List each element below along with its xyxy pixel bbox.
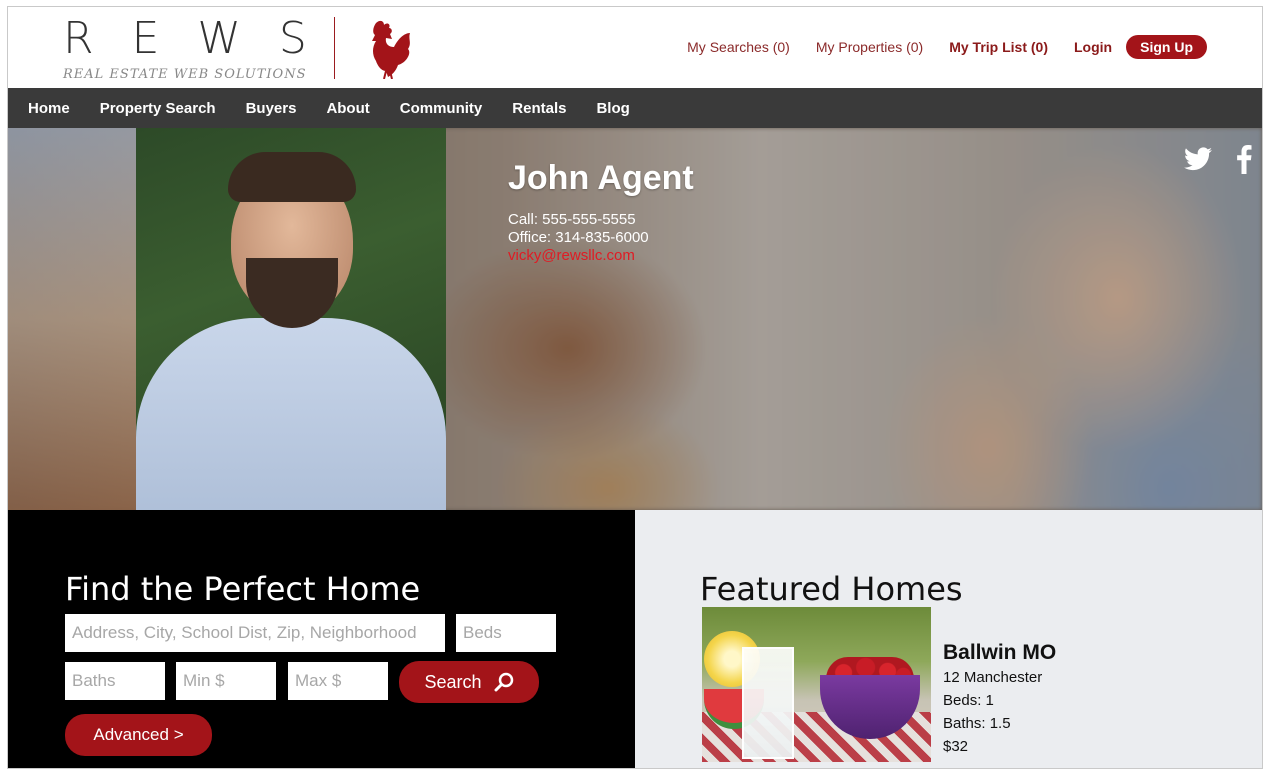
main-nav: Home Property Search Buyers About Commun…: [8, 88, 1262, 128]
advanced-search-button[interactable]: Advanced >: [65, 714, 212, 756]
location-search-input[interactable]: [65, 614, 445, 652]
baths-input[interactable]: [65, 662, 165, 700]
search-panel: Find the Perfect Home Search Advanced >: [8, 510, 635, 768]
page-frame: REWS REAL ESTATE WEB SOLUTIONS My Search…: [7, 6, 1263, 769]
featured-home-photo[interactable]: [702, 607, 931, 762]
my-trip-list-link[interactable]: My Trip List (0): [949, 39, 1048, 55]
search-icon: [494, 672, 513, 692]
sign-up-button[interactable]: Sign Up: [1126, 35, 1207, 59]
agent-photo: [136, 128, 446, 510]
logo-letters: REWS: [63, 13, 345, 64]
agent-shirt: [136, 318, 446, 510]
my-properties-link[interactable]: My Properties (0): [816, 39, 923, 55]
social-links: [1184, 144, 1252, 174]
account-links: My Searches (0) My Properties (0) My Tri…: [661, 34, 1207, 60]
agent-name: John Agent: [508, 159, 694, 197]
hero-banner: John Agent Call: 555-555-5555 Office: 31…: [8, 128, 1262, 510]
nav-item-blog[interactable]: Blog: [596, 100, 629, 117]
featured-home-city[interactable]: Ballwin MO: [943, 640, 1056, 666]
search-button-label: Search: [424, 671, 482, 692]
agent-office[interactable]: Office: 314-835-6000: [508, 229, 694, 247]
nav-item-about[interactable]: About: [326, 100, 369, 117]
facebook-icon[interactable]: [1236, 144, 1252, 174]
featured-home-address: 12 Manchester: [943, 669, 1043, 686]
brand-logo[interactable]: REWS REAL ESTATE WEB SOLUTIONS: [63, 15, 313, 85]
max-price-input[interactable]: [288, 662, 388, 700]
logo-tagline: REAL ESTATE WEB SOLUTIONS: [63, 67, 307, 82]
logo-divider: [334, 17, 335, 79]
nav-item-home[interactable]: Home: [28, 100, 70, 117]
search-title: Find the Perfect Home: [65, 570, 421, 608]
nav-item-community[interactable]: Community: [400, 100, 483, 117]
agent-contact-info: John Agent Call: 555-555-5555 Office: 31…: [508, 158, 694, 265]
login-link[interactable]: Login: [1074, 39, 1112, 55]
agent-hair: [228, 152, 356, 202]
featured-home-baths: Baths: 1.5: [943, 715, 1011, 732]
agent-call[interactable]: Call: 555-555-5555: [508, 211, 694, 229]
rooster-icon: [372, 20, 410, 79]
agent-email-link[interactable]: vicky@rewsllc.com: [508, 247, 694, 265]
nav-item-buyers[interactable]: Buyers: [246, 100, 297, 117]
featured-home-price: $32: [943, 738, 969, 755]
min-price-input[interactable]: [176, 662, 276, 700]
hero-left-image: [8, 128, 138, 510]
photo-glass: [742, 647, 794, 759]
my-searches-link[interactable]: My Searches (0): [687, 39, 790, 55]
search-button[interactable]: Search: [399, 661, 539, 703]
twitter-icon[interactable]: [1184, 147, 1212, 171]
beds-input[interactable]: [456, 614, 556, 652]
site-header: REWS REAL ESTATE WEB SOLUTIONS My Search…: [8, 7, 1262, 88]
nav-item-property-search[interactable]: Property Search: [100, 100, 216, 117]
featured-home-beds: Beds: 1: [943, 692, 994, 709]
featured-home-details: Ballwin MO 12 Manchester Beds: 1 Baths: …: [943, 640, 1056, 758]
featured-homes-panel: Featured Homes Ballwin MO 12 Manchester …: [635, 510, 1262, 768]
nav-item-rentals[interactable]: Rentals: [512, 100, 566, 117]
featured-title: Featured Homes: [700, 570, 963, 608]
